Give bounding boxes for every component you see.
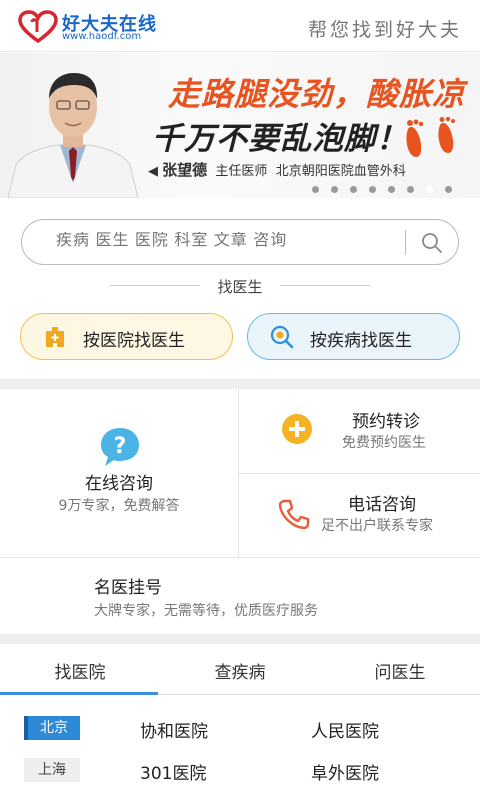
famous-doctor-booking-card[interactable]: 名医挂号 大牌专家，无需等待，优质医疗服务: [0, 558, 480, 634]
carousel-dot[interactable]: [407, 186, 414, 193]
divider-line: [280, 285, 370, 286]
svg-text:?: ?: [114, 434, 127, 459]
phone-consult-desc: 足不出户联系专家: [321, 518, 433, 534]
banner-doctor-arrow-icon: ◀: [148, 164, 163, 179]
logo-url: www.haodf.com: [62, 31, 142, 42]
find-by-disease-label: 按疾病找医生: [310, 331, 412, 351]
banner-doctor-title: 主任医师: [215, 164, 268, 179]
online-consult-title: 在线咨询: [85, 474, 153, 494]
carousel-dot-active[interactable]: [426, 186, 433, 193]
hospital-link[interactable]: 人民医院: [311, 717, 379, 742]
tab-ask-doctor[interactable]: 问医生: [320, 658, 480, 683]
carousel-dot[interactable]: [369, 186, 376, 193]
phone-consult-title: 电话咨询: [348, 495, 416, 515]
heart-logo-icon: [18, 10, 58, 44]
online-consult-desc: 9万专家，免费解答: [58, 498, 180, 514]
carousel-dot[interactable]: [312, 186, 319, 193]
find-by-hospital-label: 按医院找医生: [83, 331, 185, 351]
phone-consult-card[interactable]: 电话咨询 足不出户联系专家: [239, 474, 480, 557]
hospital-link[interactable]: 阜外医院: [311, 759, 379, 784]
city-shanghai[interactable]: 上海: [24, 758, 80, 782]
carousel-dot[interactable]: [350, 186, 357, 193]
referral-desc: 免费预约医生: [342, 435, 426, 451]
find-doctor-heading: 找医生: [110, 276, 370, 296]
hospital-link[interactable]: 301医院: [140, 759, 206, 784]
tab-check-disease[interactable]: 查疾病: [160, 658, 320, 683]
banner-subline: 千万不要乱泡脚！: [152, 121, 408, 157]
phone-icon: [278, 499, 310, 530]
carousel-dots: [312, 186, 464, 194]
promo-banner[interactable]: 走路腿没劲，酸胀凉 千万不要乱泡脚！ ◀ 张望德 主任医师 北京朝阳医院血管外科: [0, 53, 480, 198]
disease-search-icon: [270, 325, 294, 349]
section-separator: [0, 379, 480, 389]
carousel-dot[interactable]: [331, 186, 338, 193]
category-tabs: 找医院 查疾病 问医生: [0, 644, 480, 695]
search-bar: [21, 219, 459, 265]
referral-card[interactable]: 预约转诊 免费预约医生: [239, 389, 480, 473]
famous-doctor-title: 名医挂号: [94, 578, 162, 598]
banner-doctor-hospital: 北京朝阳医院血管外科: [275, 164, 406, 179]
banner-doctor-info: ◀ 张望德 主任医师 北京朝阳医院血管外科: [148, 159, 406, 180]
famous-doctor-desc: 大牌专家，无需等待，优质医疗服务: [94, 603, 318, 619]
doctor-photo: [8, 73, 138, 198]
footprints-icon: [406, 117, 455, 157]
find-doctor-title: 找医生: [217, 278, 263, 296]
carousel-dot[interactable]: [388, 186, 395, 193]
referral-title: 预约转诊: [352, 412, 420, 432]
app-header: 好大夫在线 www.haodf.com 帮您找到好大夫: [0, 0, 480, 52]
hospital-link[interactable]: 协和医院: [140, 717, 208, 742]
section-separator: [0, 634, 480, 644]
search-input[interactable]: [56, 232, 396, 250]
tab-find-hospital[interactable]: 找医院: [0, 658, 160, 683]
city-beijing[interactable]: 北京: [24, 716, 80, 740]
online-consult-card[interactable]: ? 在线咨询 9万专家，免费解答: [0, 389, 238, 557]
search-icon[interactable]: [420, 231, 444, 255]
active-tab-indicator: [0, 692, 158, 695]
plus-circle-icon: [282, 414, 312, 444]
carousel-dot[interactable]: [445, 186, 452, 193]
banner-headline: 走路腿没劲，酸胀凉: [168, 75, 466, 113]
find-by-disease-button[interactable]: 按疾病找医生: [247, 313, 460, 360]
find-by-hospital-button[interactable]: 按医院找医生: [20, 313, 233, 360]
search-divider: [405, 230, 406, 255]
hospital-icon: [46, 327, 64, 347]
haodf-logo[interactable]: 好大夫在线 www.haodf.com: [18, 8, 168, 46]
header-slogan: 帮您找到好大夫: [307, 19, 462, 41]
question-bubble-icon: ?: [101, 428, 139, 466]
banner-doctor-name: 张望德: [162, 161, 208, 179]
